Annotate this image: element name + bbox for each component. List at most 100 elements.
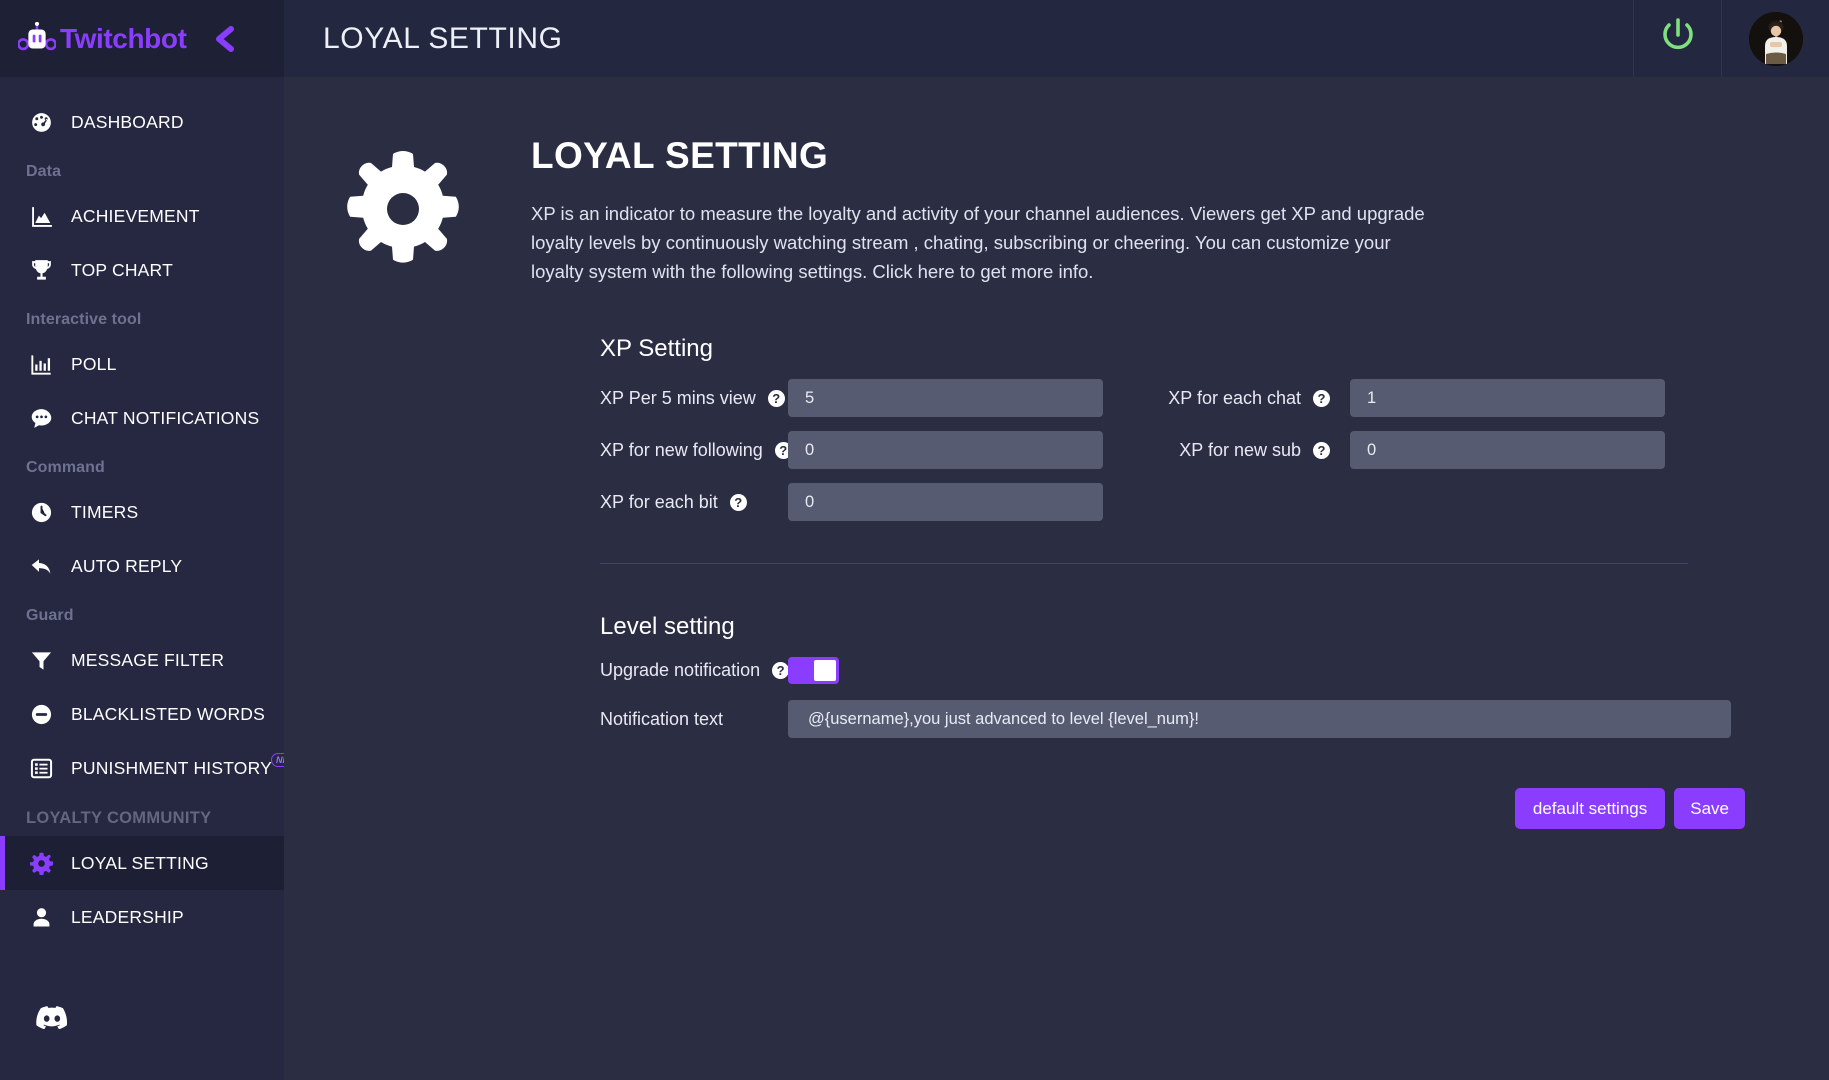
label-xp-for-each-chat: XP for each chat ?: [1160, 388, 1350, 409]
field-cell: [788, 483, 1160, 521]
sidebar-item-blacklisted-words[interactable]: BLACKLISTED WORDS: [0, 687, 284, 741]
sidebar-section-guard: Guard: [0, 593, 284, 633]
question-circle-icon[interactable]: ?: [768, 390, 785, 407]
question-circle-icon[interactable]: ?: [730, 494, 747, 511]
field-cell: [1350, 431, 1722, 469]
upgrade-notification-toggle[interactable]: [788, 657, 839, 684]
sidebar-item-message-filter[interactable]: MESSAGE FILTER: [0, 633, 284, 687]
sidebar-item-top-chart[interactable]: TOP CHART: [0, 243, 284, 297]
sidebar-item-leadership[interactable]: LEADERSHIP: [0, 890, 284, 944]
sidebar-item-label: ACHIEVEMENT: [71, 206, 200, 227]
reply-arrow-icon: [24, 554, 58, 579]
field-cell: [1350, 379, 1722, 417]
xp-setting-title: XP Setting: [600, 335, 1829, 363]
funnel-icon: [24, 648, 58, 673]
discord-icon[interactable]: [36, 1016, 68, 1033]
toggle-knob: [814, 660, 836, 681]
page-content: LOYAL SETTING XP is an indicator to meas…: [284, 77, 1829, 1080]
brand-header: Twitchbot: [0, 0, 284, 77]
sidebar-item-label: CHAT NOTIFICATIONS: [71, 408, 259, 429]
field-cell: [788, 379, 1160, 417]
label-xp-for-new-sub: XP for new sub ?: [1160, 440, 1350, 461]
topbar: LOYAL SETTING: [284, 0, 1829, 77]
default-settings-button[interactable]: default settings: [1515, 788, 1665, 829]
trophy-icon: [24, 258, 58, 283]
sidebar-item-label: LOYAL SETTING: [71, 853, 209, 874]
label-upgrade-notification: Upgrade notification ?: [600, 660, 788, 681]
sidebar-item-loyal-setting[interactable]: LOYAL SETTING: [0, 836, 284, 890]
sidebar-item-auto-reply[interactable]: AUTO REPLY: [0, 539, 284, 593]
sidebar-item-label: LEADERSHIP: [71, 907, 184, 928]
gear-icon: [339, 145, 474, 278]
label-xp-for-each-bit: XP for each bit ?: [600, 492, 788, 513]
level-setting-rows: Upgrade notification ? Notification text: [600, 657, 1829, 738]
level-setting-title: Level setting: [600, 613, 1829, 641]
field-cell: [788, 431, 1160, 469]
sidebar-item-label: TOP CHART: [71, 260, 173, 281]
question-circle-icon[interactable]: ?: [772, 662, 789, 679]
xp-for-new-following-input[interactable]: [788, 431, 1103, 469]
avatar: [1749, 12, 1803, 66]
hero-text: LOYAL SETTING XP is an indicator to meas…: [531, 135, 1441, 286]
block-minus-icon: [24, 702, 58, 727]
label-xp-for-new-following: XP for new following ?: [600, 440, 788, 461]
clock-icon: [24, 500, 58, 525]
avatar-button[interactable]: [1721, 0, 1829, 77]
label-text: XP for each chat: [1168, 388, 1301, 409]
question-circle-icon[interactable]: ?: [1313, 390, 1330, 407]
topbar-actions: [1633, 0, 1829, 77]
sidebar-item-label: POLL: [71, 354, 117, 375]
new-badge: NEW: [271, 753, 284, 767]
sidebar-item-label: MESSAGE FILTER: [71, 650, 224, 671]
user-icon: [24, 905, 58, 930]
settings-panel: XP Setting XP Per 5 mins view ? XP for e…: [284, 335, 1829, 829]
form-actions: default settings Save: [600, 788, 1745, 829]
divider: [600, 563, 1688, 564]
page-title: LOYAL SETTING: [323, 22, 563, 56]
notification-text-input[interactable]: [788, 700, 1731, 738]
sidebar-section-loyalty-community: LOYALTY COMMUNITY: [0, 795, 284, 836]
bar-chart-icon: [24, 352, 58, 377]
notification-text-cell: [788, 700, 1829, 738]
sidebar-item-timers[interactable]: TIMERS: [0, 485, 284, 539]
sidebar-item-punishment-history[interactable]: PUNISHMENT HISTORYNEW: [0, 741, 284, 795]
label-text: XP Per 5 mins view: [600, 388, 756, 409]
chevron-left-icon[interactable]: [212, 24, 238, 54]
sidebar-item-dashboard[interactable]: DASHBOARD: [0, 95, 284, 149]
xp-per-5-mins-view-input[interactable]: [788, 379, 1103, 417]
xp-for-each-bit-input[interactable]: [788, 483, 1103, 521]
chat-bubble-icon: [24, 406, 58, 431]
sidebar-section-data: Data: [0, 149, 284, 189]
area-chart-icon: [24, 204, 58, 229]
app-root: Twitchbot DASHBOARD Data ACHIEVEMENT TOP CH…: [0, 0, 1829, 1080]
label-text: XP for each bit: [600, 492, 718, 513]
list-icon: [24, 756, 58, 781]
robot-icon: [18, 22, 56, 56]
main-area: LOYAL SETTING: [284, 0, 1829, 1080]
sidebar-section-interactive-tool: Interactive tool: [0, 297, 284, 337]
label-xp-per-5-mins-view: XP Per 5 mins view ?: [600, 388, 788, 409]
label-text: Upgrade notification: [600, 660, 760, 681]
question-circle-icon[interactable]: ?: [1313, 442, 1330, 459]
power-button[interactable]: [1633, 0, 1721, 77]
save-button[interactable]: Save: [1674, 788, 1745, 829]
label-text: Notification text: [600, 709, 723, 730]
label-text: XP for new following: [600, 440, 763, 461]
xp-for-new-sub-input[interactable]: [1350, 431, 1665, 469]
sidebar-item-achievement[interactable]: ACHIEVEMENT: [0, 189, 284, 243]
sidebar-item-label: PUNISHMENT HISTORY: [71, 758, 272, 779]
dashboard-gauge-icon: [24, 110, 58, 135]
sidebar-section-command: Command: [0, 445, 284, 485]
sidebar-item-poll[interactable]: POLL: [0, 337, 284, 391]
sidebar-item-label: DASHBOARD: [71, 112, 184, 133]
sidebar: Twitchbot DASHBOARD Data ACHIEVEMENT TOP CH…: [0, 0, 284, 1080]
sidebar-item-label: TIMERS: [71, 502, 138, 523]
xp-setting-grid: XP Per 5 mins view ? XP for each chat ?: [600, 379, 1750, 521]
sidebar-footer: [0, 1005, 284, 1080]
sidebar-item-chat-notifications[interactable]: CHAT NOTIFICATIONS: [0, 391, 284, 445]
sidebar-item-label: BLACKLISTED WORDS: [71, 704, 265, 725]
xp-for-each-chat-input[interactable]: [1350, 379, 1665, 417]
brand-name: Twitchbot: [60, 23, 187, 55]
gear-icon: [24, 851, 58, 876]
sidebar-nav: DASHBOARD Data ACHIEVEMENT TOP CHART Interac…: [0, 77, 284, 1005]
